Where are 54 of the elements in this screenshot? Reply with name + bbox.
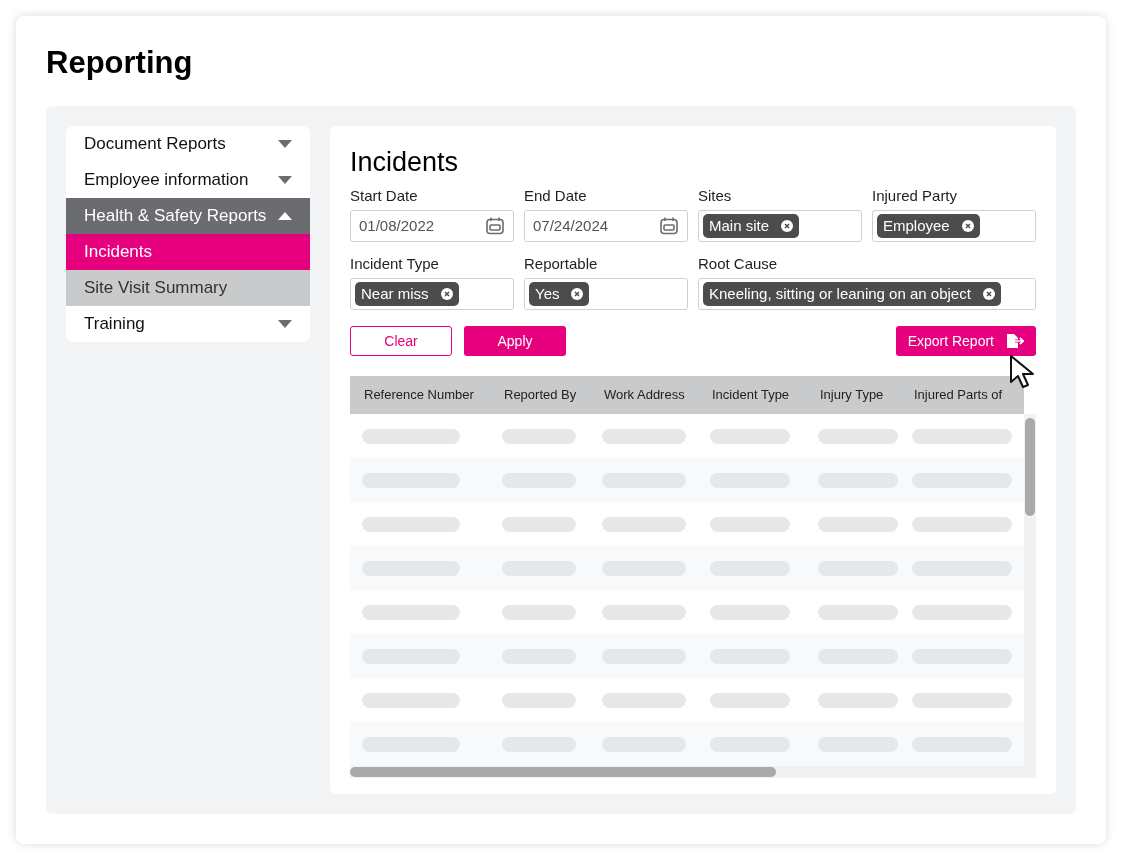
field-label: Sites bbox=[698, 186, 733, 206]
column-header: Work Address bbox=[604, 386, 686, 405]
caret-icon bbox=[278, 320, 292, 328]
select-field[interactable]: Main site bbox=[698, 210, 862, 242]
chip-text: Near miss bbox=[361, 283, 429, 304]
chip-text: Yes bbox=[535, 283, 560, 304]
clear-button[interactable]: Clear bbox=[350, 326, 452, 356]
field-label: End Date bbox=[524, 186, 588, 206]
sidebar-item[interactable]: Health & Safety Reports bbox=[66, 198, 310, 234]
page-title: Reporting bbox=[46, 44, 194, 82]
date-field[interactable]: 07/24/2024 bbox=[524, 210, 688, 242]
filter-chip[interactable]: Yes bbox=[529, 282, 590, 306]
field-label: Injured Party bbox=[872, 186, 959, 206]
caret-icon bbox=[278, 176, 292, 184]
scrollbar-thumb[interactable] bbox=[350, 767, 776, 777]
field-label: Reportable bbox=[524, 254, 599, 274]
vertical-scrollbar[interactable] bbox=[1024, 414, 1036, 778]
chip-text: Main site bbox=[709, 215, 770, 236]
sidebar-subitem[interactable]: Site Visit Summary bbox=[66, 270, 310, 306]
close-icon[interactable] bbox=[571, 288, 584, 300]
filter-chip[interactable]: Kneeling, sitting or leaning on an object bbox=[703, 282, 1001, 306]
field-label: Root Cause bbox=[698, 254, 779, 274]
horizontal-scrollbar[interactable] bbox=[350, 766, 1024, 778]
caret-icon bbox=[278, 212, 292, 220]
close-icon[interactable] bbox=[440, 288, 453, 300]
column-header: Injury Type bbox=[820, 386, 885, 405]
section-title: Incidents bbox=[350, 146, 460, 178]
chip-text: Employee bbox=[883, 215, 950, 236]
select-field[interactable]: Near miss bbox=[350, 278, 514, 310]
calendar-icon[interactable] bbox=[659, 216, 679, 236]
field-label: Incident Type bbox=[350, 254, 440, 274]
date-field[interactable]: 01/08/2022 bbox=[350, 210, 514, 242]
filter-chip[interactable]: Main site bbox=[703, 214, 800, 238]
sidebar-subitem[interactable]: Incidents bbox=[66, 234, 310, 270]
close-icon[interactable] bbox=[781, 220, 794, 232]
close-icon[interactable] bbox=[982, 288, 995, 300]
export-file-icon bbox=[1006, 333, 1024, 349]
select-field[interactable]: Yes bbox=[524, 278, 688, 310]
column-header: Reported By bbox=[504, 386, 578, 405]
column-header: Reference Number bbox=[364, 386, 475, 405]
chip-text: Kneeling, sitting or leaning on an object bbox=[709, 283, 971, 304]
caret-icon bbox=[278, 140, 292, 148]
column-header: Injured Parts of bbox=[914, 386, 1004, 405]
scrollbar-thumb[interactable] bbox=[1025, 418, 1035, 516]
column-header: Incident Type bbox=[712, 386, 791, 405]
filter-chip[interactable]: Near miss bbox=[355, 282, 459, 306]
filter-chip[interactable]: Employee bbox=[877, 214, 980, 238]
export-button[interactable]: Export Report bbox=[895, 326, 1036, 356]
select-field[interactable]: Kneeling, sitting or leaning on an object bbox=[698, 278, 1036, 310]
field-label: Start Date bbox=[350, 186, 419, 206]
close-icon[interactable] bbox=[961, 220, 974, 232]
select-field[interactable]: Employee bbox=[872, 210, 1036, 242]
calendar-icon[interactable] bbox=[485, 216, 505, 236]
apply-button[interactable]: Apply bbox=[464, 326, 566, 356]
